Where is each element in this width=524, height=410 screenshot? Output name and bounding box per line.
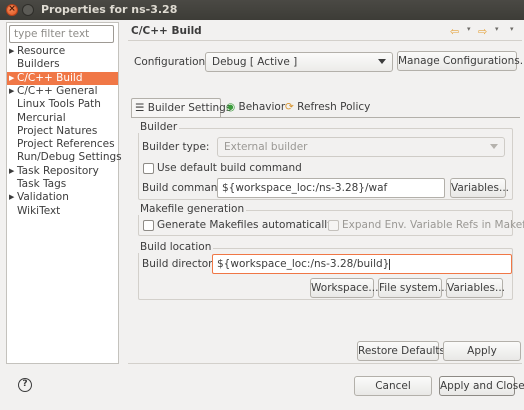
tree-item-label: Task Repository bbox=[17, 164, 99, 177]
configuration-select[interactable]: Debug [ Active ] bbox=[205, 52, 393, 72]
forward-history-dropdown-icon[interactable]: ▾ bbox=[495, 25, 499, 33]
tab-refresh-policy[interactable]: ⟳ Refresh Policy bbox=[283, 98, 370, 118]
tab-label: Behavior bbox=[238, 101, 286, 113]
back-arrow-icon[interactable]: ⇦ bbox=[450, 25, 459, 38]
restore-defaults-button[interactable]: Restore Defaults bbox=[357, 341, 445, 361]
apply-button[interactable]: Apply bbox=[443, 341, 521, 361]
configuration-label: Configuration: bbox=[134, 56, 209, 68]
filter-input[interactable] bbox=[9, 25, 114, 43]
build-directory-input[interactable]: ${workspace_loc:/ns-3.28/build} bbox=[212, 254, 512, 274]
tree-item[interactable]: Run/Debug Settings bbox=[7, 151, 122, 164]
tab-label: Refresh Policy bbox=[297, 101, 371, 113]
title-bar: × Properties for ns-3.28 bbox=[0, 0, 524, 20]
help-icon[interactable]: ? bbox=[18, 378, 32, 392]
expand-arrow-icon[interactable]: ▶ bbox=[9, 45, 14, 58]
tree-item-label: Run/Debug Settings bbox=[17, 151, 122, 164]
tree-item[interactable]: WikiText bbox=[7, 205, 118, 218]
tree-item[interactable]: Mercurial bbox=[7, 112, 118, 125]
builder-type-select[interactable]: External builder bbox=[217, 137, 505, 157]
cancel-button[interactable]: Cancel bbox=[354, 376, 432, 396]
footer-divider bbox=[128, 363, 522, 364]
behavior-icon: ◉ bbox=[226, 101, 236, 113]
tree-item-label: WikiText bbox=[17, 204, 61, 217]
tree-item[interactable]: ▶ Validation bbox=[7, 191, 118, 204]
builder-variables-button[interactable]: Variables... bbox=[450, 178, 509, 198]
expand-arrow-icon[interactable]: ▶ bbox=[9, 85, 14, 98]
tree-item-label: Mercurial bbox=[17, 111, 66, 124]
tree-item-label: Linux Tools Path bbox=[17, 98, 101, 111]
view-menu-icon[interactable]: ▾ bbox=[510, 25, 514, 33]
close-window-button[interactable]: × bbox=[6, 4, 18, 16]
close-icon: × bbox=[8, 4, 16, 14]
back-history-dropdown-icon[interactable]: ▾ bbox=[467, 25, 471, 33]
expand-arrow-icon[interactable]: ▶ bbox=[9, 165, 14, 178]
tree-item[interactable]: Project References bbox=[7, 138, 118, 151]
file-system-button[interactable]: File system... bbox=[378, 278, 448, 298]
builder-group-title: Builder bbox=[138, 121, 180, 133]
refresh-icon: ⟳ bbox=[285, 101, 294, 113]
tree-item-label: Validation bbox=[17, 191, 69, 204]
generate-makefiles-label: Generate Makefiles automatically bbox=[157, 219, 334, 231]
tree-item-label: Task Tags bbox=[17, 178, 67, 190]
tree-item-label: Resource bbox=[17, 45, 66, 57]
tree-item-label: C/C++ General bbox=[17, 84, 98, 97]
forward-arrow-icon[interactable]: ⇨ bbox=[478, 25, 487, 38]
expand-arrow-icon[interactable]: ▶ bbox=[9, 191, 14, 204]
expand-arrow-icon[interactable]: ▶ bbox=[9, 72, 14, 85]
builder-type-value: External builder bbox=[224, 141, 308, 153]
use-default-build-command-checkbox[interactable] bbox=[143, 163, 154, 174]
tree-item[interactable]: ▶ C/C++ Build bbox=[7, 71, 118, 85]
tree-item[interactable]: ▶ Task Repository bbox=[7, 165, 118, 178]
chevron-down-icon bbox=[378, 59, 386, 64]
page-title: C/C++ Build bbox=[131, 25, 202, 37]
tree-item[interactable]: Linux Tools Path bbox=[7, 98, 118, 111]
tree-item-label: Project Natures bbox=[17, 124, 98, 137]
build-directory-value: ${workspace_loc:/ns-3.28/build} bbox=[217, 258, 390, 270]
tree-item[interactable]: ▶ Resource bbox=[7, 45, 118, 58]
manage-configurations-button[interactable]: Manage Configurations... bbox=[397, 51, 524, 71]
configuration-value: Debug [ Active ] bbox=[212, 56, 298, 68]
text-caret bbox=[389, 258, 391, 270]
build-location-title: Build location bbox=[138, 241, 214, 253]
tab-behavior[interactable]: ◉ Behavior bbox=[223, 98, 285, 118]
location-variables-button[interactable]: Variables... bbox=[446, 278, 505, 298]
builder-type-label: Builder type: bbox=[142, 141, 210, 153]
tree-item-label: C/C++ Build bbox=[17, 71, 83, 84]
workspace-button[interactable]: Workspace... bbox=[310, 278, 378, 298]
property-page-tree: ▶ResourceBuilders▶C/C++ Build▶C/C++ Gene… bbox=[6, 22, 122, 364]
generate-makefiles-checkbox[interactable] bbox=[143, 220, 154, 231]
build-command-label: Build command: bbox=[142, 182, 228, 194]
tree-item-label: Builders bbox=[17, 58, 60, 71]
tab-builder-settings[interactable]: ☰ Builder Settings bbox=[131, 98, 231, 118]
build-command-input[interactable]: ${workspace_loc:/ns-3.28}/waf bbox=[217, 178, 445, 198]
tab-label: Builder Settings bbox=[147, 102, 232, 114]
window-title: Properties for ns-3.28 bbox=[41, 3, 178, 16]
minimize-window-button[interactable] bbox=[22, 4, 34, 16]
build-directory-label: Build directory: bbox=[142, 258, 222, 270]
tree-item[interactable]: Project Natures bbox=[7, 125, 118, 138]
tree-item[interactable]: ▶ C/C++ General bbox=[7, 85, 118, 98]
tree-item[interactable]: Task Tags bbox=[7, 178, 118, 191]
chevron-down-icon bbox=[490, 144, 498, 149]
expand-env-refs-label: Expand Env. Variable Refs in Makefiles bbox=[342, 219, 524, 231]
list-icon: ☰ bbox=[135, 102, 145, 114]
makefile-generation-title: Makefile generation bbox=[138, 203, 247, 215]
apply-and-close-button[interactable]: Apply and Close bbox=[439, 376, 524, 396]
header-divider bbox=[128, 40, 522, 41]
tree-item[interactable]: Builders bbox=[7, 58, 118, 71]
expand-env-refs-checkbox[interactable] bbox=[328, 220, 339, 231]
use-default-build-command-label: Use default build command bbox=[157, 162, 302, 174]
tree-item-label: Project References bbox=[17, 138, 115, 151]
